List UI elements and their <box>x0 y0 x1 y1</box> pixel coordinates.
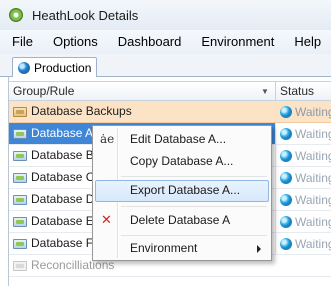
menu-file[interactable]: File <box>0 30 43 54</box>
row-label: Database D <box>31 192 95 206</box>
column-header-group-rule[interactable]: Group/Rule <box>13 82 74 101</box>
app-window: HeathLook Details File Options Dashboard… <box>0 0 331 286</box>
menu-environment[interactable]: Environment <box>191 30 284 54</box>
context-menu-environment[interactable]: Environment <box>95 238 269 260</box>
row-label: Database A <box>31 126 94 140</box>
status-cell: Waiting <box>275 123 331 144</box>
status-text: Waiting <box>295 148 331 163</box>
status-text: Waiting <box>295 236 331 251</box>
window-title: HeathLook Details <box>32 7 139 23</box>
column-header-status[interactable]: Status <box>280 82 314 101</box>
sort-caret-icon: ▼ <box>261 87 269 96</box>
tab-production[interactable]: Production <box>12 57 97 78</box>
globe-icon <box>18 62 30 74</box>
status-text: Waiting <box>295 214 331 229</box>
status-cell: Waiting <box>275 211 331 232</box>
database-rule-icon <box>13 195 27 205</box>
status-text: Waiting <box>295 104 331 119</box>
status-cell: Waiting <box>275 145 331 166</box>
status-globe-icon <box>280 105 292 118</box>
tab-label: Production <box>34 61 92 75</box>
status-cell: Waiting <box>275 101 331 122</box>
context-menu-copy[interactable]: Copy Database A... <box>95 151 269 173</box>
delete-icon: ✕ <box>101 212 112 227</box>
row-label: Database E <box>31 214 94 228</box>
column-divider[interactable] <box>275 82 276 101</box>
group-icon <box>13 261 27 271</box>
menu-help[interactable]: Help <box>284 30 331 54</box>
row-label: Database Backups <box>31 104 132 118</box>
status-globe-icon <box>280 171 292 184</box>
status-cell: Waiting <box>275 189 331 210</box>
context-menu-label: Export Database A... <box>130 183 241 197</box>
row-label: Database B <box>31 148 94 162</box>
status-globe-icon <box>280 149 292 162</box>
status-globe-icon <box>280 127 292 140</box>
menu-separator <box>121 235 267 236</box>
context-menu-label: Copy Database A... <box>130 154 234 168</box>
status-text: Waiting <box>295 192 331 207</box>
app-gear-icon <box>8 7 24 23</box>
status-cell: Waiting <box>275 167 331 188</box>
context-menu-label: Delete Database A <box>130 213 231 227</box>
menu-options[interactable]: Options <box>43 30 108 54</box>
context-menu-delete[interactable]: ✕ Delete Database A <box>95 210 269 232</box>
table-row[interactable]: Database Backups Waiting <box>9 101 331 123</box>
edit-icon: ȧe <box>100 132 115 146</box>
database-rule-icon <box>13 173 27 183</box>
context-menu-label: Environment <box>130 241 198 255</box>
database-rule-icon <box>13 151 27 161</box>
database-rule-icon <box>13 217 27 227</box>
row-label: Database F <box>31 236 94 250</box>
grid-header: Group/Rule ▼ Status <box>9 81 331 101</box>
menu-dashboard[interactable]: Dashboard <box>108 30 192 54</box>
submenu-arrow-icon <box>257 245 261 253</box>
context-menu-edit[interactable]: ȧe Edit Database A... <box>95 129 269 151</box>
status-globe-icon <box>280 193 292 206</box>
group-icon <box>13 107 27 117</box>
context-menu: ȧe Edit Database A... Copy Database A..… <box>92 125 272 261</box>
database-rule-icon <box>13 129 27 139</box>
status-globe-icon <box>280 237 292 250</box>
tab-strip: Production <box>0 54 331 78</box>
menu-separator <box>121 176 267 177</box>
status-globe-icon <box>280 215 292 228</box>
status-text: Waiting <box>295 170 331 185</box>
database-rule-icon <box>13 239 27 249</box>
row-label: Database C <box>31 170 95 184</box>
menu-separator <box>121 206 267 207</box>
menu-bar: File Options Dashboard Environment Help <box>0 30 331 54</box>
context-menu-export[interactable]: Export Database A... <box>95 180 269 202</box>
status-text: Waiting <box>295 126 331 141</box>
context-menu-label: Edit Database A... <box>130 132 227 146</box>
title-bar[interactable]: HeathLook Details <box>0 0 331 30</box>
status-cell: Waiting <box>275 233 331 254</box>
